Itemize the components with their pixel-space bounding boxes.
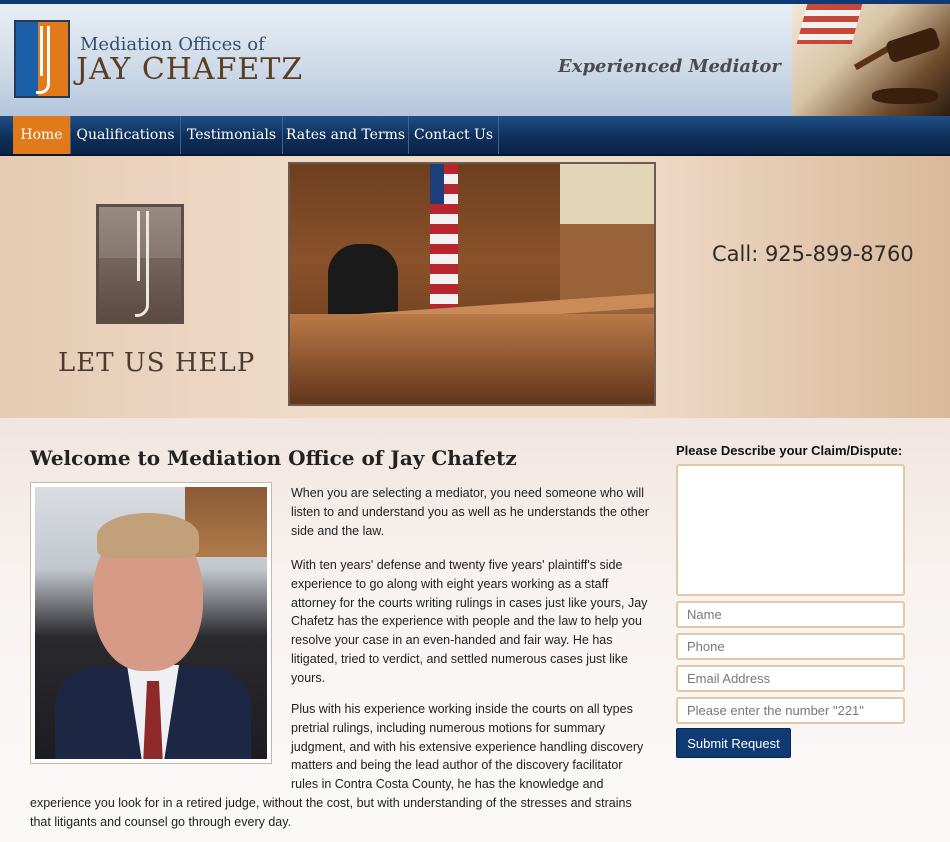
main-content: Welcome to Mediation Office of Jay Chafe… — [0, 418, 950, 842]
courtroom-photo — [288, 162, 656, 406]
header-tagline: Experienced Mediator — [558, 56, 781, 77]
logo-icon[interactable] — [14, 20, 70, 98]
nav-contact-us[interactable]: Contact Us — [409, 116, 499, 154]
gavel-photo — [792, 4, 950, 116]
mediator-portrait — [30, 482, 272, 764]
claim-form-label: Please Describe your Claim/Dispute: — [676, 443, 903, 458]
banner-slogan: LET US HELP — [58, 348, 256, 378]
phone-field[interactable] — [676, 633, 905, 660]
brand-name[interactable]: JAY CHAFETZ — [76, 52, 303, 87]
main-nav: Home Qualifications Testimonials Rates a… — [0, 116, 950, 156]
monogram-logo-icon — [96, 204, 184, 324]
courts-paragraph-continued: experience you look for in a retired jud… — [30, 796, 632, 829]
site-header: Mediation Offices of JAY CHAFETZ Experie… — [0, 4, 950, 116]
phone-number[interactable]: Call: 925-899-8760 — [712, 242, 914, 266]
submit-request-button[interactable]: Submit Request — [676, 728, 791, 758]
claim-description-textarea[interactable] — [676, 464, 905, 596]
page-title: Welcome to Mediation Office of Jay Chafe… — [30, 446, 517, 470]
nav-testimonials[interactable]: Testimonials — [181, 116, 283, 154]
experience-paragraph: With ten years' defense and twenty five … — [291, 558, 648, 685]
courts-paragraph: Plus with his experience working inside … — [291, 702, 644, 792]
intro-paragraph: When you are selecting a mediator, you n… — [291, 486, 649, 538]
nav-rates-and-terms[interactable]: Rates and Terms — [283, 116, 409, 154]
captcha-field[interactable] — [676, 697, 905, 724]
nav-qualifications[interactable]: Qualifications — [71, 116, 181, 154]
name-field[interactable] — [676, 601, 905, 628]
hero-banner: LET US HELP Call: 925-899-8760 — [0, 156, 950, 418]
nav-home[interactable]: Home — [13, 116, 71, 154]
email-field[interactable] — [676, 665, 905, 692]
